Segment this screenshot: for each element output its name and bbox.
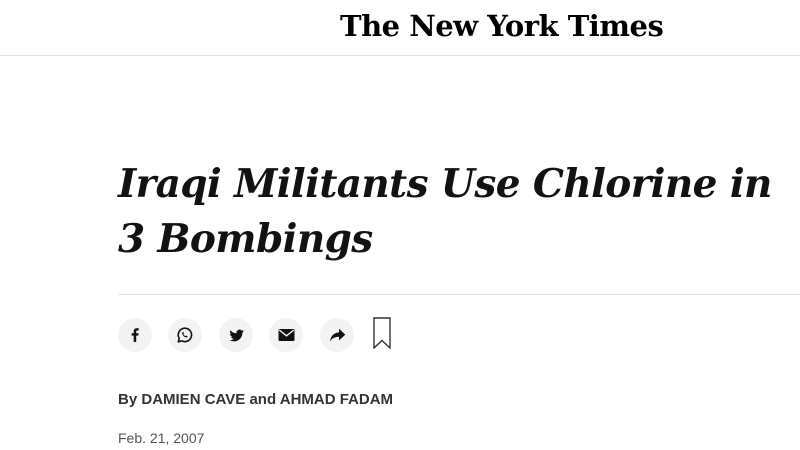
publication-date: Feb. 21, 2007 <box>118 430 205 446</box>
email-icon <box>278 328 295 342</box>
share-more-button[interactable] <box>320 318 354 352</box>
share-toolbar <box>118 316 418 354</box>
article-headline: Iraqi Militants Use Chlorine in 3 Bombin… <box>118 161 772 262</box>
byline-conjunction: and <box>249 391 277 408</box>
save-article-button[interactable] <box>370 316 394 354</box>
article-page: The New York Times Iraqi Militants Use C… <box>0 0 800 450</box>
share-arrow-icon <box>329 328 346 343</box>
twitter-icon <box>228 327 245 344</box>
byline: By DAMIEN CAVE and AHMAD FADAM <box>118 388 393 412</box>
masthead: The New York Times <box>0 0 800 56</box>
author-link-2[interactable]: AHMAD FADAM <box>280 391 393 408</box>
share-email-button[interactable] <box>269 318 303 352</box>
byline-prefix: By <box>118 391 138 408</box>
whatsapp-icon <box>176 326 194 344</box>
share-twitter-button[interactable] <box>219 318 253 352</box>
facebook-icon <box>127 327 143 343</box>
headline-divider <box>118 294 800 295</box>
bookmark-icon <box>372 316 392 354</box>
nyt-logo[interactable]: The New York Times <box>340 4 664 48</box>
share-whatsapp-button[interactable] <box>168 318 202 352</box>
share-facebook-button[interactable] <box>118 318 152 352</box>
author-link-1[interactable]: DAMIEN CAVE <box>141 391 245 408</box>
